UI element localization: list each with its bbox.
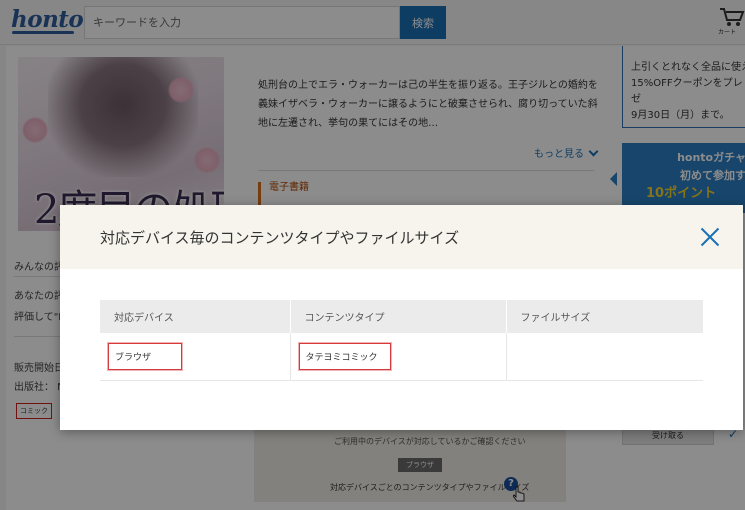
close-icon[interactable]	[700, 227, 720, 247]
column-header-device: 対応デバイス	[100, 300, 290, 333]
content-type-tag: タテヨミコミック	[298, 342, 391, 370]
cell-device: ブラウザ	[100, 333, 290, 381]
modal-header: 対応デバイス毎のコンテンツタイプやファイルサイズ	[60, 205, 743, 269]
cell-file-size	[505, 333, 703, 381]
cell-content-type: タテヨミコミック	[289, 333, 506, 381]
device-info-modal: 対応デバイス毎のコンテンツタイプやファイルサイズ 対応デバイス コンテンツタイプ…	[60, 205, 743, 430]
table-header-row: 対応デバイス コンテンツタイプ ファイルサイズ	[100, 300, 703, 333]
device-table: 対応デバイス コンテンツタイプ ファイルサイズ ブラウザ タテヨミコミック	[100, 300, 703, 381]
table-row: ブラウザ タテヨミコミック	[100, 333, 703, 381]
column-header-content-type: コンテンツタイプ	[289, 300, 506, 333]
column-header-file-size: ファイルサイズ	[505, 300, 703, 333]
device-tag: ブラウザ	[108, 342, 183, 370]
modal-title: 対応デバイス毎のコンテンツタイプやファイルサイズ	[100, 229, 460, 247]
